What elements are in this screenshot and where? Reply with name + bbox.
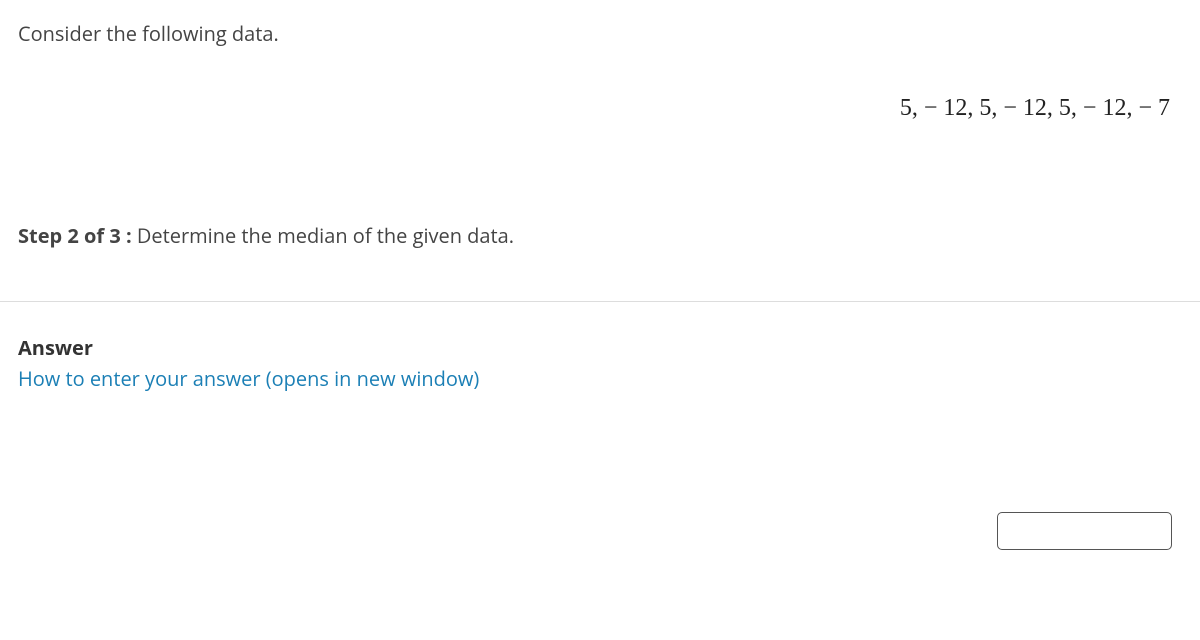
answer-help-link[interactable]: How to enter your answer (opens in new w… [18,365,479,392]
step-instruction: Determine the median of the given data. [132,222,514,249]
step-label: Step 2 of 3 : [18,222,132,249]
answer-heading: Answer [18,334,1180,361]
answer-input[interactable] [997,512,1172,550]
answer-input-container [18,512,1180,550]
section-divider [0,301,1200,302]
step-row: Step 2 of 3 : Determine the median of th… [18,222,1180,249]
data-values: 5, − 12, 5, − 12, 5, − 12, − 7 [18,95,1180,122]
question-prompt: Consider the following data. [18,20,1180,47]
